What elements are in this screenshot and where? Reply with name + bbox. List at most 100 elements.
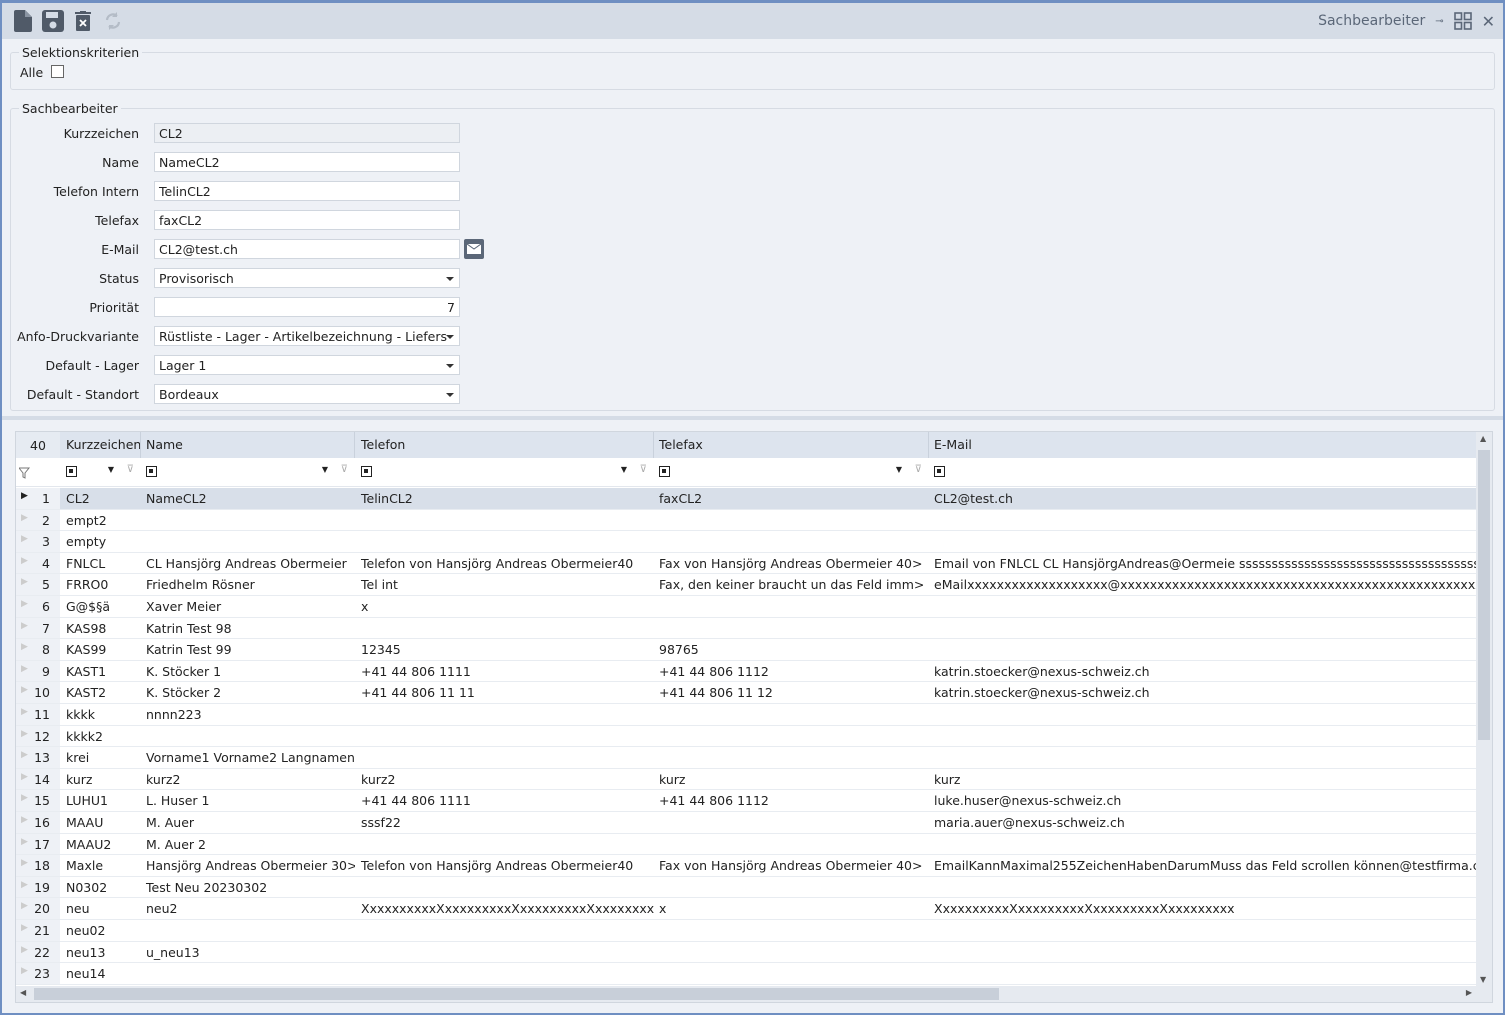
cell-telefon[interactable] (356, 704, 654, 725)
row-number[interactable]: ▶ 12 (16, 725, 60, 747)
cell-telefax[interactable]: x (654, 898, 929, 919)
cell-kurzzeichen[interactable]: MAAU (61, 812, 141, 833)
table-row[interactable]: ▶ 17 MAAU2 M. Auer 2 (16, 833, 1476, 856)
row-number[interactable]: ▶ 4 (16, 552, 60, 574)
cell-name[interactable]: nnnn223 (141, 704, 355, 725)
column-header-kurzzeichen[interactable]: Kurzzeichen (61, 432, 141, 458)
cell-email[interactable]: eMailxxxxxxxxxxxxxxxxxxx@xxxxxxxxxxxxxxx… (929, 574, 1489, 595)
cell-kurzzeichen[interactable]: MAAU2 (61, 834, 141, 855)
cell-name[interactable]: Xaver Meier (141, 596, 355, 617)
cell-telefon[interactable] (356, 877, 654, 898)
cell-email[interactable] (929, 704, 1489, 725)
cell-email[interactable]: EmailKannMaximal255ZeichenHabenDarumMuss… (929, 855, 1489, 876)
cell-kurzzeichen[interactable]: G@$§ä (61, 596, 141, 617)
cell-name[interactable] (141, 920, 355, 941)
row-number[interactable]: ▶ 9 (16, 660, 60, 682)
cell-telefon[interactable]: Telefon von Hansjörg Andreas Obermeier40 (356, 855, 654, 876)
cell-name[interactable]: u_neu13 (141, 942, 355, 963)
cell-name[interactable]: Test Neu 20230302 (141, 877, 355, 898)
cell-telefax[interactable] (654, 510, 929, 531)
cell-kurzzeichen[interactable]: neu02 (61, 920, 141, 941)
cell-name[interactable]: neu2 (141, 898, 355, 919)
cell-telefax[interactable] (654, 834, 929, 855)
cell-telefon[interactable] (356, 834, 654, 855)
close-icon[interactable]: ✕ (1482, 12, 1495, 31)
cell-email[interactable]: katrin.stoecker@nexus-schweiz.ch (929, 682, 1489, 703)
filter-operator-icon[interactable] (659, 466, 670, 477)
scroll-left-icon[interactable]: ◀ (20, 988, 26, 997)
cell-kurzzeichen[interactable]: neu (61, 898, 141, 919)
cell-telefon[interactable] (356, 963, 654, 984)
cell-telefon[interactable] (356, 531, 654, 552)
table-row[interactable]: ▶ 12 kkkk2 (16, 725, 1476, 748)
refresh-button[interactable] (100, 8, 126, 34)
cell-telefon[interactable]: +41 44 806 11 11 (356, 682, 654, 703)
name-input[interactable]: NameCL2 (154, 152, 460, 172)
cell-email[interactable]: CL2@test.ch (929, 488, 1489, 509)
cell-telefon[interactable]: XxxxxxxxxxXxxxxxxxxxXxxxxxxxxxXxxxxxxxxx (356, 898, 654, 919)
table-row[interactable]: ▶ 22 neu13 u_neu13 (16, 941, 1476, 964)
table-row[interactable]: ▶ 16 MAAU M. Auer sssf22 maria.auer@nexus-sch… (16, 812, 1476, 834)
cell-email[interactable] (929, 726, 1489, 747)
cell-email[interactable] (929, 920, 1489, 941)
cell-email[interactable] (929, 531, 1489, 552)
row-number[interactable]: ▶ 8 (16, 639, 60, 660)
filter-operator-icon[interactable] (66, 466, 77, 477)
cell-telefax[interactable]: +41 44 806 1112 (654, 790, 929, 811)
cell-telefon[interactable] (356, 942, 654, 963)
cell-telefax[interactable] (654, 877, 929, 898)
cell-email[interactable]: kurz (929, 769, 1489, 790)
cell-kurzzeichen[interactable]: CL2 (61, 488, 141, 509)
cell-kurzzeichen[interactable]: empty (61, 531, 141, 552)
horizontal-scroll-thumb[interactable] (34, 988, 999, 1000)
filter-operator-icon[interactable] (146, 466, 157, 477)
layout-grid-icon[interactable] (1453, 12, 1472, 30)
cell-email[interactable] (929, 747, 1489, 768)
cell-telefon[interactable] (356, 726, 654, 747)
cell-kurzzeichen[interactable]: FRRO0 (61, 574, 141, 595)
cell-name[interactable]: CL Hansjörg Andreas Obermeier (141, 553, 355, 574)
row-number[interactable]: ▶ 22 (16, 941, 60, 963)
cell-telefon[interactable]: sssf22 (356, 812, 654, 833)
cell-telefax[interactable] (654, 704, 929, 725)
cell-email[interactable]: luke.huser@nexus-schweiz.ch (929, 790, 1489, 811)
cell-kurzzeichen[interactable]: empt2 (61, 510, 141, 531)
table-row[interactable]: ▶ 21 neu02 (16, 920, 1476, 942)
cell-email[interactable] (929, 834, 1489, 855)
cell-name[interactable] (141, 510, 355, 531)
cell-telefax[interactable] (654, 596, 929, 617)
cell-kurzzeichen[interactable]: KAS98 (61, 618, 141, 639)
table-row[interactable]: ▶ 2 empt2 (16, 509, 1476, 532)
cell-telefax[interactable] (654, 531, 929, 552)
cell-name[interactable]: M. Auer 2 (141, 834, 355, 855)
telefon-intern-input[interactable]: TelinCL2 (154, 181, 460, 201)
row-number[interactable]: ▶ 10 (16, 682, 60, 703)
scroll-right-icon[interactable]: ▶ (1466, 988, 1472, 997)
cell-telefax[interactable] (654, 920, 929, 941)
cell-name[interactable] (141, 726, 355, 747)
save-button[interactable] (40, 8, 66, 34)
vertical-scroll-thumb[interactable] (1478, 450, 1490, 740)
scroll-down-icon[interactable]: ▼ (1480, 975, 1486, 984)
cell-kurzzeichen[interactable]: kurz (61, 769, 141, 790)
row-number[interactable]: ▶ 16 (16, 812, 60, 833)
cell-telefax[interactable]: faxCL2 (654, 488, 929, 509)
row-number[interactable]: ▶ 2 (16, 509, 60, 531)
new-document-button[interactable] (10, 8, 36, 34)
table-row[interactable]: ▶ 14 kurz kurz2 kurz2 kurz kurz (16, 768, 1476, 791)
alle-checkbox[interactable] (51, 65, 64, 78)
cell-kurzzeichen[interactable]: KAST1 (61, 661, 141, 682)
cell-name[interactable]: Friedhelm Rösner (141, 574, 355, 595)
status-select[interactable]: Provisorisch (154, 268, 460, 288)
cell-kurzzeichen[interactable]: neu13 (61, 942, 141, 963)
clear-filter-icon[interactable]: ⊽ (341, 464, 348, 475)
cell-telefax[interactable] (654, 963, 929, 984)
cell-telefax[interactable] (654, 618, 929, 639)
cell-kurzzeichen[interactable]: FNLCL (61, 553, 141, 574)
cell-name[interactable]: NameCL2 (141, 488, 355, 509)
row-number[interactable]: ▶ 19 (16, 876, 60, 898)
cell-email[interactable] (929, 877, 1489, 898)
filter-telefax[interactable]: ▼ ⊽ (659, 464, 924, 481)
cell-telefax[interactable] (654, 726, 929, 747)
row-number[interactable]: ▶ 17 (16, 833, 60, 855)
